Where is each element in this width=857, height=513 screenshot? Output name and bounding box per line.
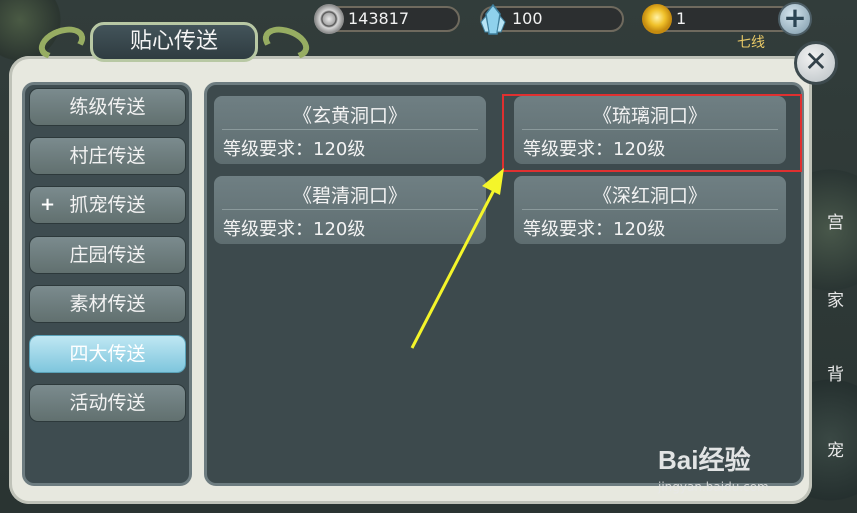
side-menu-label[interactable]: 宠 bbox=[827, 436, 844, 461]
baidu-watermark: Bai经验 jingyan.baidu.com bbox=[658, 440, 769, 494]
annotation-arrow bbox=[410, 168, 504, 349]
side-menu-label[interactable]: 宫 bbox=[827, 208, 844, 233]
watermark-brand: Bai经验 bbox=[658, 445, 751, 475]
side-menu-label[interactable]: 家 bbox=[827, 286, 844, 311]
watermark-url: jingyan.baidu.com bbox=[658, 480, 769, 494]
side-menu-label[interactable]: 背 bbox=[827, 360, 844, 385]
